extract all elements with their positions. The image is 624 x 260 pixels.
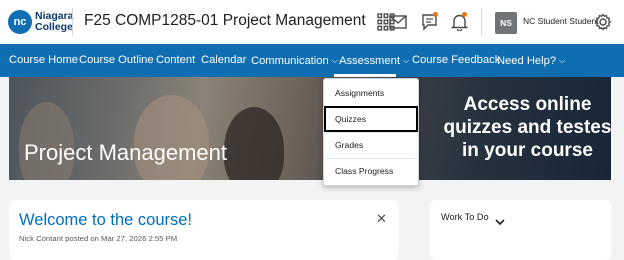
college-logo-text[interactable]: Niagara College — [35, 11, 74, 33]
chat-notification-dot — [433, 12, 438, 17]
menu-item-class-progress[interactable]: Class Progress — [324, 158, 418, 184]
assessment-dropdown-menu: Assignments Quizzes Grades Class Progres… — [323, 78, 419, 186]
nav-course-home[interactable]: Course Home — [9, 44, 78, 77]
nav-label: Content — [156, 54, 196, 66]
nav-course-feedback[interactable]: Course Feedback — [412, 44, 500, 77]
menu-item-quizzes[interactable]: Quizzes — [324, 106, 418, 132]
nav-assessment[interactable]: Assessment ⌵ — [339, 44, 409, 77]
college-logo[interactable]: nc — [8, 10, 32, 34]
nav-label: Course Home — [9, 54, 79, 66]
chevron-down-icon: ⌵ — [402, 56, 410, 65]
nav-label: Course Feedback — [412, 54, 501, 66]
announcement-meta: Nick Contant posted on Mar 27, 2026 2:55… — [19, 234, 178, 243]
announcement-card: Welcome to the course! Nick Contant post… — [9, 200, 399, 260]
close-icon[interactable]: ✕ — [376, 211, 387, 227]
nav-label: Course Outline — [79, 54, 154, 66]
banner-promo-text: Access online quizzes and testes in your… — [443, 94, 612, 161]
bell-notification-dot — [462, 12, 467, 17]
nav-need-help[interactable]: Need Help? ⌵ — [497, 44, 565, 77]
chevron-down-icon: ⌵ — [559, 56, 566, 65]
nav-label: Calendar — [201, 54, 247, 66]
nav-label: Need Help? — [497, 55, 557, 67]
nav-content[interactable]: Content — [156, 44, 195, 77]
nav-label: Assessment — [339, 55, 400, 67]
nav-communication[interactable]: Communication ⌵ — [251, 44, 338, 77]
user-name[interactable]: NC Student Student — [523, 16, 599, 26]
course-navbar: Course Home Course Outline Content Calen… — [0, 44, 624, 77]
banner-title: Project Management — [24, 140, 227, 165]
nav-label: Communication — [251, 55, 329, 67]
top-header: nc Niagara College F25 COMP1285-01 Proje… — [0, 0, 624, 44]
header-divider — [72, 8, 73, 36]
avatar[interactable]: NS — [495, 12, 517, 34]
mail-icon[interactable] — [389, 14, 407, 30]
header-divider-right — [481, 8, 482, 36]
menu-item-assignments[interactable]: Assignments — [324, 80, 418, 106]
nav-course-outline[interactable]: Course Outline — [79, 44, 154, 77]
course-title[interactable]: F25 COMP1285-01 Project Management — [84, 12, 366, 30]
work-to-do-widget: Work To Do — [430, 200, 611, 260]
chevron-down-icon[interactable] — [495, 213, 505, 231]
logo-line-2: College — [35, 21, 73, 33]
gear-icon[interactable] — [594, 13, 612, 31]
menu-item-grades[interactable]: Grades — [324, 132, 418, 158]
work-to-do-title: Work To Do — [441, 212, 489, 222]
chevron-down-icon: ⌵ — [331, 56, 338, 65]
announcement-title[interactable]: Welcome to the course! — [19, 211, 192, 230]
nav-calendar[interactable]: Calendar — [201, 44, 246, 77]
